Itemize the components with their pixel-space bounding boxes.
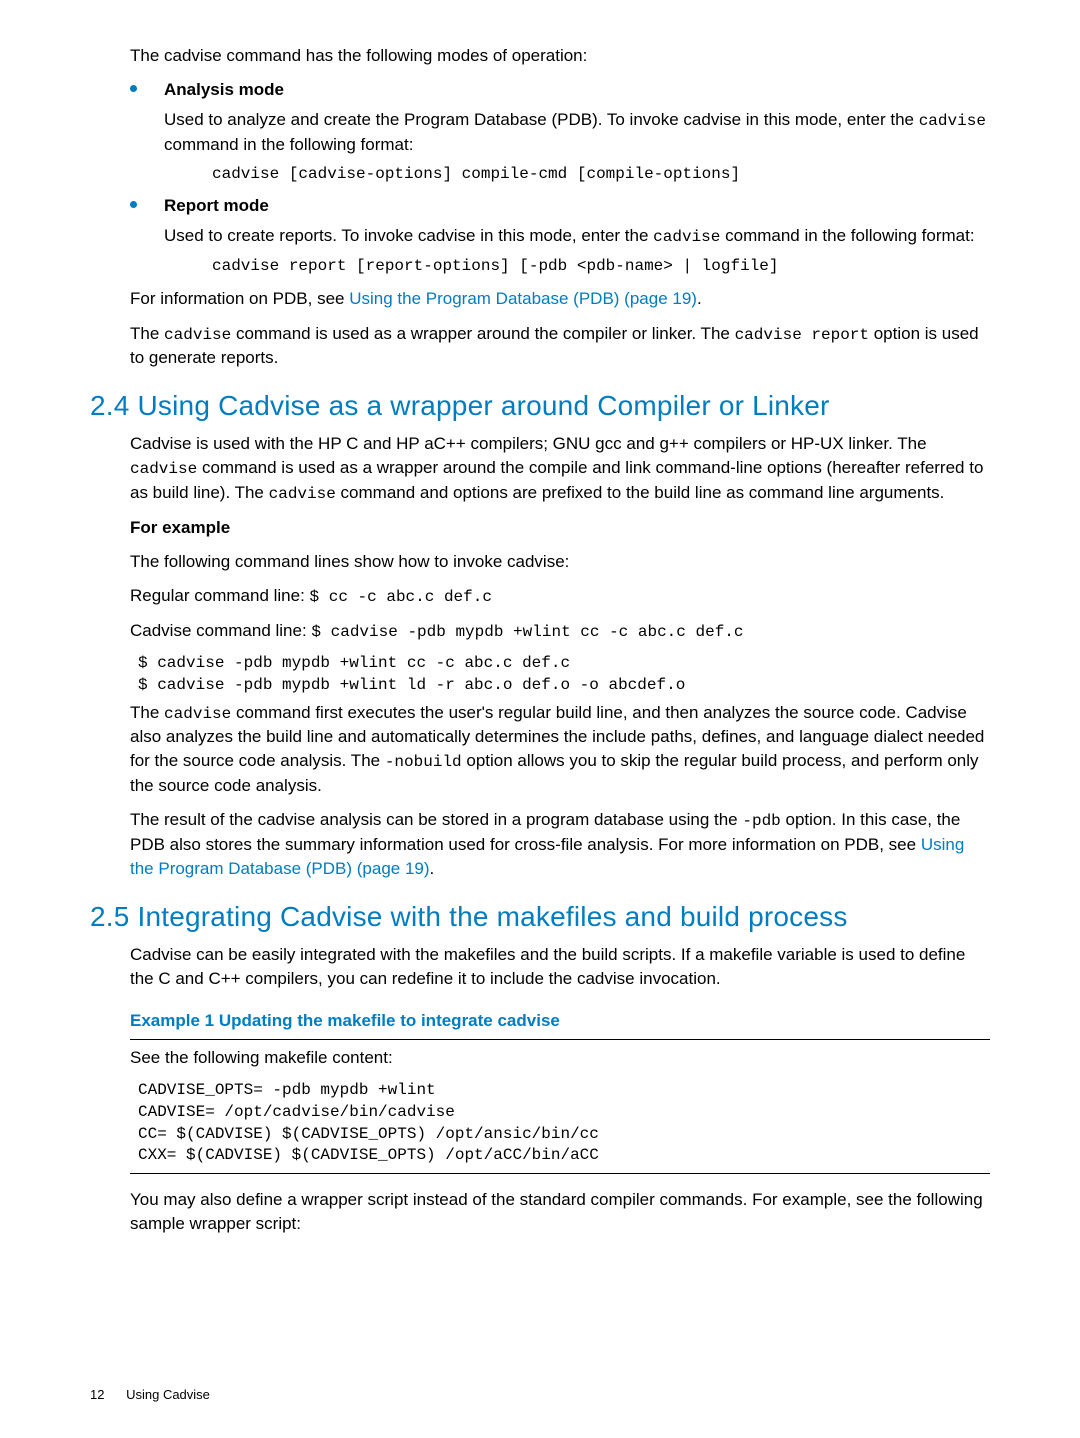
text: command in the following format: <box>720 226 974 245</box>
s25-para2: You may also define a wrapper script ins… <box>130 1188 990 1236</box>
makefile-content: CADVISE_OPTS= -pdb mypdb +wlint CADVISE=… <box>138 1080 990 1166</box>
mode-title: Report mode <box>164 194 990 218</box>
footer-section: Using Cadvise <box>126 1387 210 1402</box>
document-page: The cadvise command has the following mo… <box>0 0 1080 1438</box>
bullet-icon <box>130 201 137 208</box>
s25-para1: Cadvise can be easily integrated with th… <box>130 943 990 991</box>
see-following: See the following makefile content: <box>130 1046 990 1070</box>
text: Used to create reports. To invoke cadvis… <box>164 226 653 245</box>
modes-lead: The cadvise command has the following mo… <box>130 44 990 68</box>
mode-analysis-command: cadvise [cadvise-options] compile-cmd [c… <box>212 163 990 186</box>
text: . <box>430 859 435 878</box>
divider <box>130 1173 990 1174</box>
inline-code: cadvise <box>269 485 336 503</box>
text: The result of the cadvise analysis can b… <box>130 810 742 829</box>
inline-code: cadvise <box>653 228 720 246</box>
text: . <box>697 289 702 308</box>
label: Regular command line: <box>130 586 310 605</box>
mode-report-command: cadvise report [report-options] [-pdb <p… <box>212 255 990 278</box>
section-2-4-title: 2.4 Using Cadvise as a wrapper around Co… <box>90 386 990 426</box>
page-number: 12 <box>90 1386 104 1404</box>
mode-item-report: Report mode Used to create reports. To i… <box>130 194 990 278</box>
text: For information on PDB, see <box>130 289 349 308</box>
text: The <box>130 703 164 722</box>
divider <box>130 1039 990 1040</box>
example-1-title: Example 1 Updating the makefile to integ… <box>130 1009 990 1033</box>
inline-code: cadvise <box>164 705 231 723</box>
mode-item-analysis: Analysis mode Used to analyze and create… <box>130 78 990 186</box>
label: Cadvise command line: <box>130 621 311 640</box>
pdb-info-para: For information on PDB, see Using the Pr… <box>130 287 990 311</box>
inline-code: -nobuild <box>385 753 462 771</box>
text: command and options are prefixed to the … <box>336 483 945 502</box>
cadvise-block-commands: $ cadvise -pdb mypdb +wlint cc -c abc.c … <box>138 653 990 696</box>
mode-report-desc: Used to create reports. To invoke cadvis… <box>164 224 990 249</box>
for-example-heading: For example <box>130 516 990 540</box>
command: $ cc -c abc.c def.c <box>310 588 492 606</box>
bullet-icon <box>130 85 137 92</box>
inline-code: cadvise <box>164 326 231 344</box>
command: $ cadvise -pdb mypdb +wlint cc -c abc.c … <box>311 623 743 641</box>
cmd-intro: The following command lines show how to … <box>130 550 990 574</box>
inline-code: cadvise <box>919 112 986 130</box>
s24-para1: Cadvise is used with the HP C and HP aC+… <box>130 432 990 506</box>
regular-cmd-line: Regular command line: $ cc -c abc.c def.… <box>130 584 990 609</box>
section-2-5-title: 2.5 Integrating Cadvise with the makefil… <box>90 897 990 937</box>
mode-title: Analysis mode <box>164 78 990 102</box>
modes-list: Analysis mode Used to analyze and create… <box>130 78 990 277</box>
inline-code: cadvise <box>130 460 197 478</box>
mode-analysis-desc: Used to analyze and create the Program D… <box>164 108 990 157</box>
text: Cadvise is used with the HP C and HP aC+… <box>130 434 927 453</box>
inline-code: -pdb <box>742 812 780 830</box>
wrapper-sentence: The cadvise command is used as a wrapper… <box>130 322 990 371</box>
text: command is used as a wrapper around the … <box>231 324 734 343</box>
pdb-link[interactable]: Using the Program Database (PDB) (page 1… <box>349 289 697 308</box>
cadvise-cmd-line: Cadvise command line: $ cadvise -pdb myp… <box>130 619 990 644</box>
text: command in the following format: <box>164 135 413 154</box>
text: Used to analyze and create the Program D… <box>164 110 919 129</box>
page-footer: 12 Using Cadvise <box>90 1386 210 1404</box>
s24-para3: The result of the cadvise analysis can b… <box>130 808 990 881</box>
s24-para2: The cadvise command first executes the u… <box>130 701 990 799</box>
text: The <box>130 324 164 343</box>
inline-code: cadvise report <box>735 326 869 344</box>
